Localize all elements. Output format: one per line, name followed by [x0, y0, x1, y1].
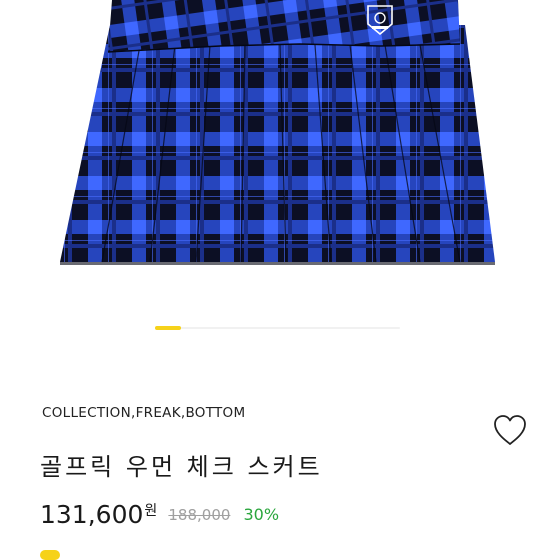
product-image[interactable]: [0, 0, 555, 300]
carousel-active-indicator: [155, 326, 181, 330]
category-breadcrumb[interactable]: COLLECTION,FREAK,BOTTOM: [42, 405, 245, 421]
price-row: 131,600원 188,000 30%: [40, 500, 279, 529]
original-price: 188,000: [168, 506, 231, 524]
discount-rate: 30%: [243, 505, 280, 524]
yellow-badge: [40, 550, 60, 560]
currency-label: 원: [144, 503, 158, 519]
carousel-track: [155, 327, 400, 329]
heart-outline-icon: [494, 415, 526, 445]
product-title: 골프릭 우먼 체크 스커트: [40, 453, 323, 481]
wishlist-button[interactable]: [490, 413, 530, 449]
skirt-photo: [60, 0, 495, 265]
sale-price: 131,600: [40, 500, 144, 529]
image-carousel-indicator: [155, 326, 400, 330]
partial-next-section: [40, 548, 340, 560]
